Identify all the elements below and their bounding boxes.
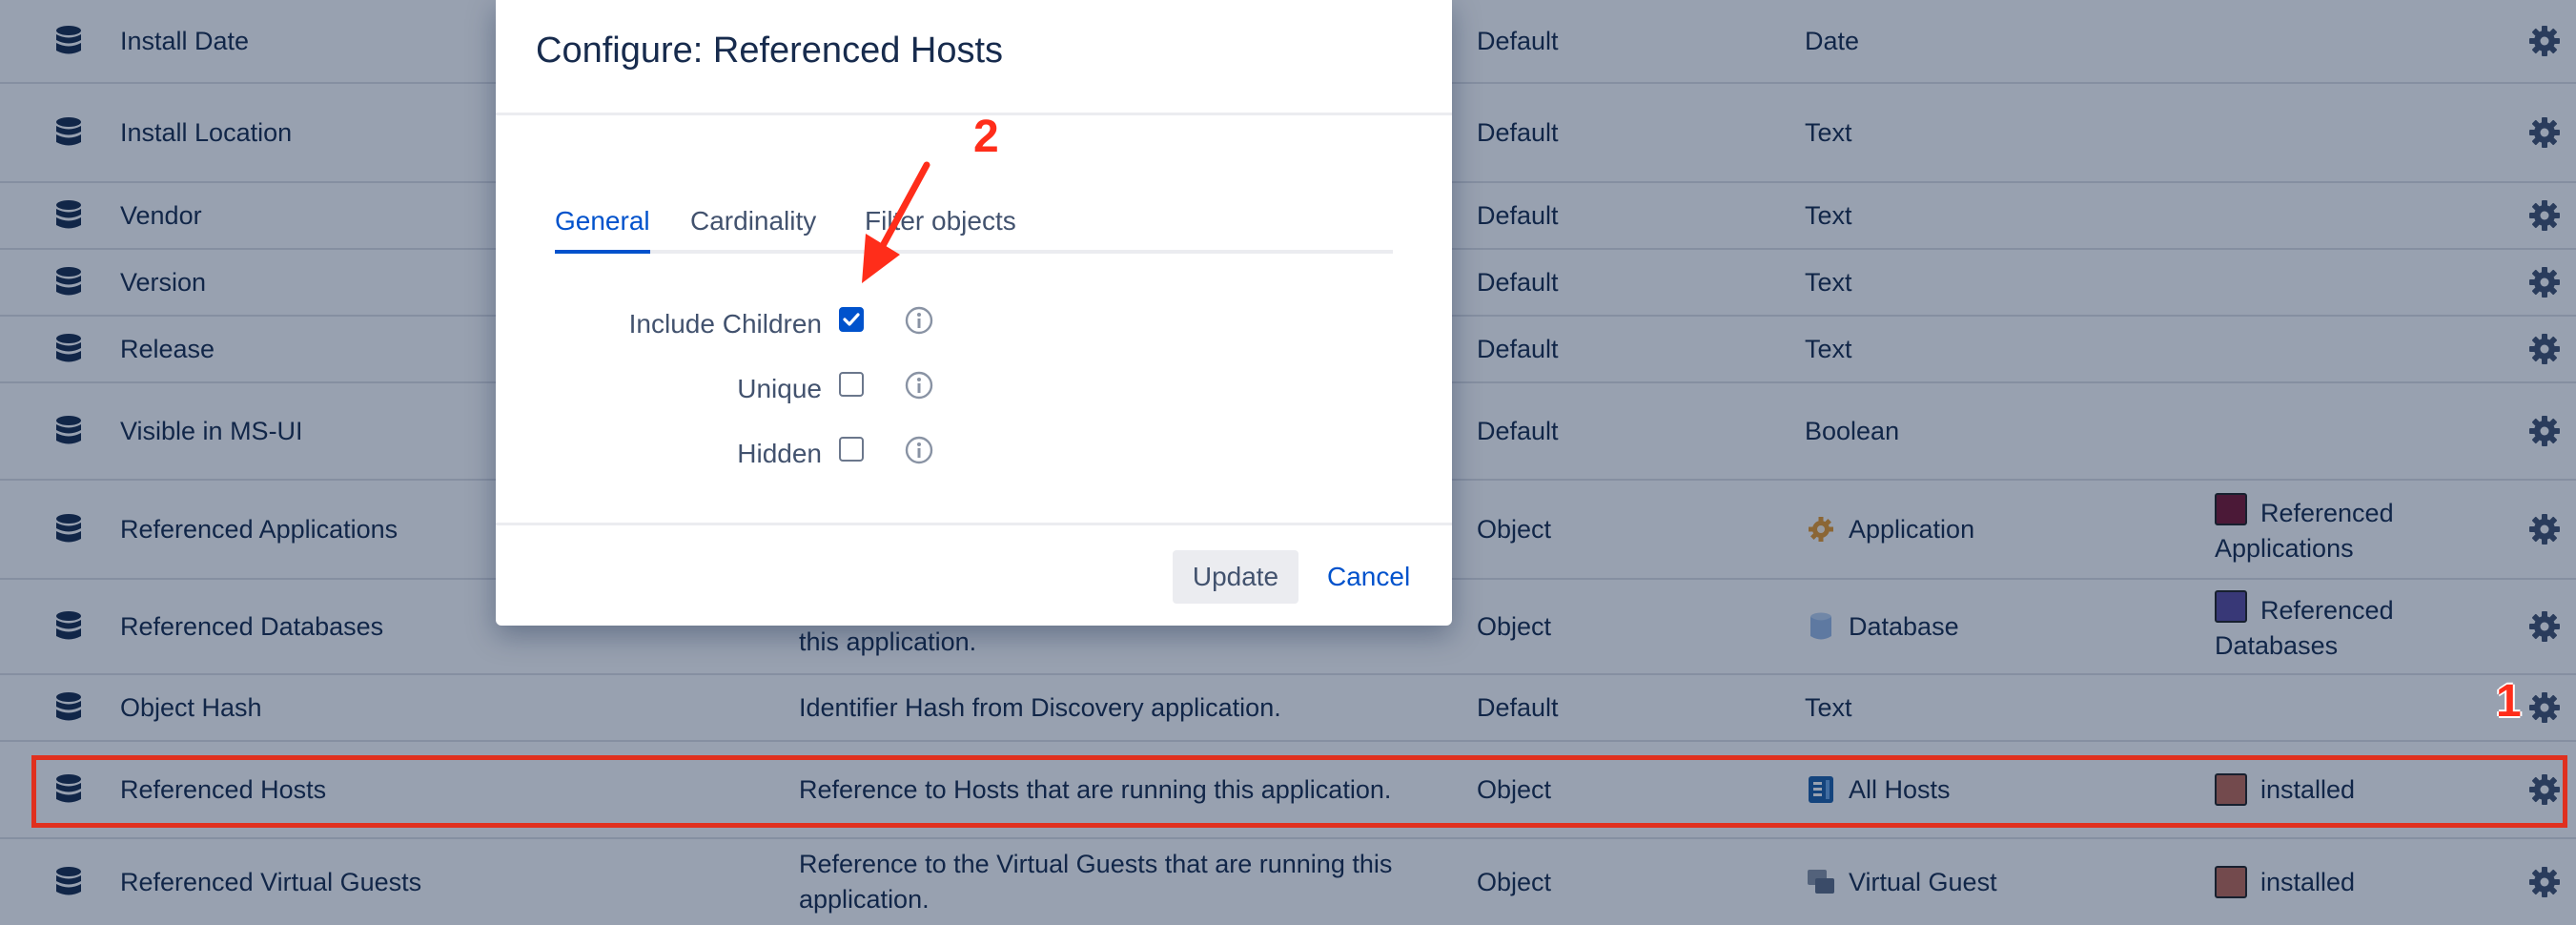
tab-general[interactable]: General xyxy=(555,206,650,254)
dialog-title: Configure: Referenced Hosts xyxy=(536,31,1004,71)
annotation-arrow-icon xyxy=(862,161,930,283)
info-icon[interactable] xyxy=(904,370,934,401)
info-icon[interactable] xyxy=(904,305,934,336)
field-row-hidden: Hidden xyxy=(496,431,1452,479)
include-children-checkbox[interactable] xyxy=(839,307,864,332)
annotation-number-2: 2 xyxy=(973,112,999,162)
info-icon[interactable] xyxy=(904,435,934,465)
tab-cardinality[interactable]: Cardinality xyxy=(690,206,816,250)
field-row-include-children: Include Children xyxy=(496,301,1452,349)
highlight-box xyxy=(31,755,2567,828)
dialog-tabs: General Cardinality Filter objects xyxy=(555,200,1393,254)
update-button[interactable]: Update xyxy=(1173,550,1298,604)
unique-label: Unique xyxy=(737,374,822,403)
include-children-label: Include Children xyxy=(628,309,822,339)
hidden-checkbox[interactable] xyxy=(839,437,864,462)
hidden-label: Hidden xyxy=(737,439,822,468)
dialog-footer-divider xyxy=(496,523,1452,525)
annotation-number-1: 1 xyxy=(2496,676,2522,727)
field-row-unique: Unique xyxy=(496,366,1452,414)
cancel-link[interactable]: Cancel xyxy=(1327,550,1410,604)
unique-checkbox[interactable] xyxy=(839,372,864,397)
checkmark-icon xyxy=(843,313,860,326)
configure-dialog: Configure: Referenced Hosts General Card… xyxy=(496,0,1452,626)
